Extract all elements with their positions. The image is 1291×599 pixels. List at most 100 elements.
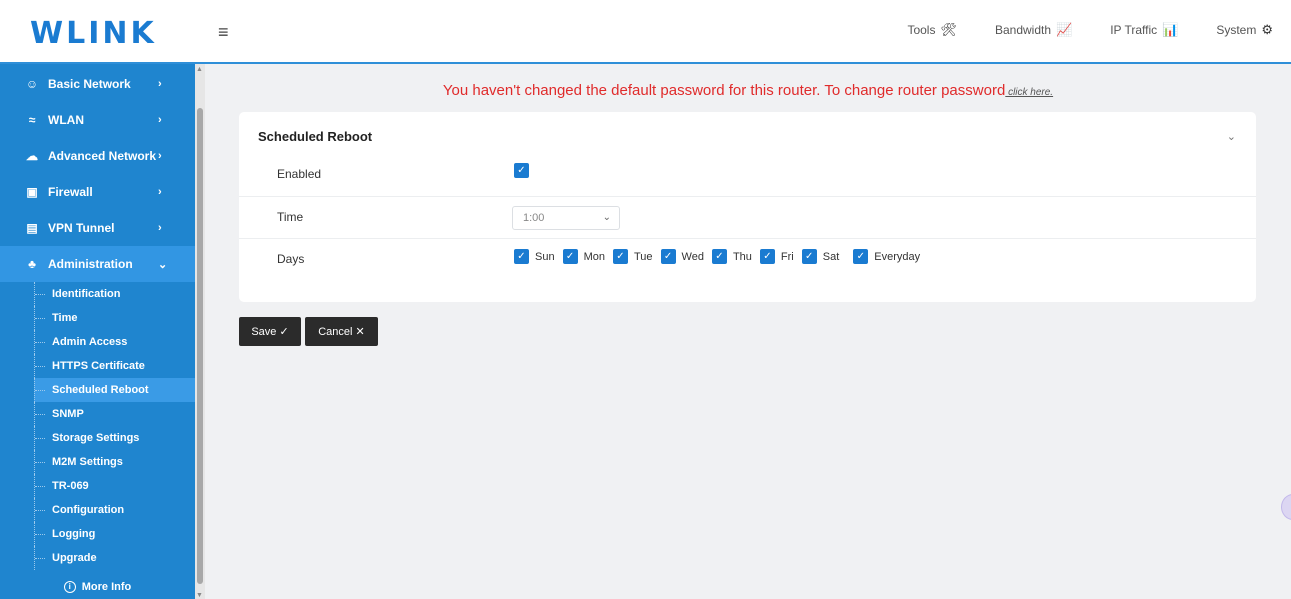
area-chart-icon: 📊 xyxy=(1162,22,1179,37)
top-nav: Tools 🛠 Bandwidth 📈 IP Traffic 📊 System … xyxy=(869,22,1273,38)
logo-area: WLINK xyxy=(0,0,205,62)
sidebar-subitem-m2m-settings[interactable]: M2M Settings xyxy=(34,450,195,474)
floating-assistant-button[interactable] xyxy=(1281,494,1291,520)
time-label: Time xyxy=(277,210,304,224)
scrollbar-thumb[interactable] xyxy=(197,108,203,584)
ip-traffic-menu[interactable]: IP Traffic 📊 xyxy=(1110,22,1178,38)
day-tue[interactable]: ✓ Tue xyxy=(612,249,653,264)
click-here-link[interactable]: click here. xyxy=(1005,87,1053,98)
system-label: System xyxy=(1216,23,1257,37)
sidebar-item-basic-network[interactable]: ☺ Basic Network › xyxy=(0,66,195,102)
day-everyday[interactable]: ✓ Everyday xyxy=(853,249,920,264)
hamburger-menu-icon[interactable]: ≡ xyxy=(218,22,229,43)
sidebar-subitem-admin-access[interactable]: Admin Access xyxy=(34,330,195,354)
sidebar-subitem-upgrade[interactable]: Upgrade xyxy=(34,546,195,570)
cancel-button[interactable]: Cancel ✕ xyxy=(305,317,378,346)
days-row: Days ✓ Sun ✓ Mon ✓ Tue ✓ Wed ✓ Thu ✓ Fri ✓ Sat … xyxy=(239,238,1256,280)
mon-checkbox[interactable]: ✓ xyxy=(562,249,578,264)
day-sun[interactable]: ✓ Sun xyxy=(514,249,555,264)
tools-icon: 🛠 xyxy=(940,22,957,37)
scroll-down-icon[interactable]: ▼ xyxy=(196,592,203,599)
sidebar-subitem-snmp[interactable]: SNMP xyxy=(34,402,195,426)
day-wed[interactable]: ✓ Wed xyxy=(660,249,704,264)
vpn-icon: ▤ xyxy=(26,221,38,235)
bandwidth-menu[interactable]: Bandwidth 📈 xyxy=(995,22,1072,38)
enabled-checkbox[interactable]: ✓ xyxy=(514,163,529,178)
days-label: Days xyxy=(277,252,305,266)
sidebar-item-wlan[interactable]: ≈ WLAN › xyxy=(0,102,195,138)
sidebar-item-advanced-network[interactable]: ☁ Advanced Network › xyxy=(0,138,195,174)
sidebar-subitem-logging[interactable]: Logging xyxy=(34,522,195,546)
scroll-up-icon[interactable]: ▲ xyxy=(196,66,203,73)
app-root: WLINK ≡ Tools 🛠 Bandwidth 📈 IP Traffic 📊… xyxy=(0,0,1291,599)
scheduled-reboot-card: Scheduled Reboot ⌄ Enabled ✓ Time 1:00 ⌄… xyxy=(239,112,1256,302)
subitem-label: TR-069 xyxy=(52,480,89,492)
everyday-checkbox[interactable]: ✓ xyxy=(853,249,869,264)
sidebar-subitem-time[interactable]: Time xyxy=(34,306,195,330)
sidebar-item-firewall[interactable]: ▣ Firewall › xyxy=(0,174,195,210)
tue-checkbox[interactable]: ✓ xyxy=(612,249,628,264)
wifi-icon: ≈ xyxy=(28,113,36,127)
day-label: Thu xyxy=(732,250,752,263)
sidebar-subitem-scheduled-reboot[interactable]: Scheduled Reboot xyxy=(34,378,195,402)
sidebar-subitem-https-certificate[interactable]: HTTPS Certificate xyxy=(34,354,195,378)
day-fri[interactable]: ✓ Fri xyxy=(759,249,794,264)
time-select[interactable]: 1:00 ⌄ xyxy=(512,206,620,230)
subitem-label: Storage Settings xyxy=(52,432,140,444)
top-bar: WLINK ≡ Tools 🛠 Bandwidth 📈 IP Traffic 📊… xyxy=(0,0,1291,64)
subitem-label: Admin Access xyxy=(52,336,128,348)
day-label: Tue xyxy=(633,250,653,263)
sat-checkbox[interactable]: ✓ xyxy=(801,249,817,264)
administration-icon: ♣ xyxy=(28,257,36,271)
fri-checkbox[interactable]: ✓ xyxy=(759,249,775,264)
firewall-icon: ▣ xyxy=(26,185,38,199)
sidebar-item-label: WLAN xyxy=(48,113,84,127)
system-menu[interactable]: System ⚙ xyxy=(1216,22,1273,38)
card-title: Scheduled Reboot xyxy=(258,129,373,144)
day-thu[interactable]: ✓ Thu xyxy=(711,249,752,264)
days-checkbox-group: ✓ Sun ✓ Mon ✓ Tue ✓ Wed ✓ Thu ✓ Fri ✓ Sat ✓ Ever… xyxy=(514,249,928,264)
more-info-link[interactable]: i More Info xyxy=(0,574,195,599)
time-row: Time 1:00 ⌄ xyxy=(239,196,1256,238)
chevron-right-icon: › xyxy=(158,114,162,126)
sidebar-scrollbar[interactable]: ▲ ▼ xyxy=(195,64,205,599)
advanced-network-icon: ☁ xyxy=(26,149,38,163)
day-sat[interactable]: ✓ Sat xyxy=(801,249,839,264)
chevron-right-icon: › xyxy=(158,186,162,198)
tools-menu[interactable]: Tools 🛠 xyxy=(907,22,957,38)
subitem-label: Upgrade xyxy=(52,552,97,564)
collapse-chevron-icon[interactable]: ⌄ xyxy=(1227,130,1236,143)
info-icon: i xyxy=(63,580,76,593)
chevron-down-icon: ⌄ xyxy=(158,258,168,271)
sidebar-item-label: Firewall xyxy=(48,185,93,199)
chevron-right-icon: › xyxy=(158,222,162,234)
chevron-right-icon: › xyxy=(158,150,162,162)
sidebar-item-label: Basic Network xyxy=(48,77,131,91)
save-button[interactable]: Save ✓ xyxy=(239,317,301,346)
sidebar-subitem-identification[interactable]: Identification xyxy=(34,282,195,306)
sun-checkbox[interactable]: ✓ xyxy=(514,249,529,264)
sidebar-subitem-tr-069[interactable]: TR-069 xyxy=(34,474,195,498)
bandwidth-label: Bandwidth xyxy=(994,23,1052,37)
sidebar-subitem-configuration[interactable]: Configuration xyxy=(34,498,195,522)
day-mon[interactable]: ✓ Mon xyxy=(562,249,605,264)
chevron-down-icon: ⌄ xyxy=(602,212,611,223)
sidebar-item-vpn-tunnel[interactable]: ▤ VPN Tunnel › xyxy=(0,210,195,246)
main-content: You haven't changed the default password… xyxy=(205,64,1291,599)
sidebar-item-label: Administration xyxy=(48,257,133,271)
sidebar-subitem-storage-settings[interactable]: Storage Settings xyxy=(34,426,195,450)
day-label: Mon xyxy=(583,250,605,263)
time-select-value: 1:00 xyxy=(523,212,545,224)
subitem-label: HTTPS Certificate xyxy=(52,360,145,372)
sidebar-item-administration[interactable]: ♣ Administration ⌄ xyxy=(0,246,195,282)
subitem-label: Configuration xyxy=(52,504,125,516)
wed-checkbox[interactable]: ✓ xyxy=(660,249,676,264)
sidebar: ☺ Basic Network › ≈ WLAN › ☁ Advanced Ne… xyxy=(0,64,205,599)
basic-network-icon: ☺ xyxy=(25,77,39,91)
thu-checkbox[interactable]: ✓ xyxy=(711,249,727,264)
day-label: Fri xyxy=(780,250,794,263)
subitem-label: Logging xyxy=(52,528,96,540)
day-label: Wed xyxy=(681,250,704,263)
tools-label: Tools xyxy=(907,23,936,37)
wlink-logo[interactable]: WLINK xyxy=(30,16,157,51)
